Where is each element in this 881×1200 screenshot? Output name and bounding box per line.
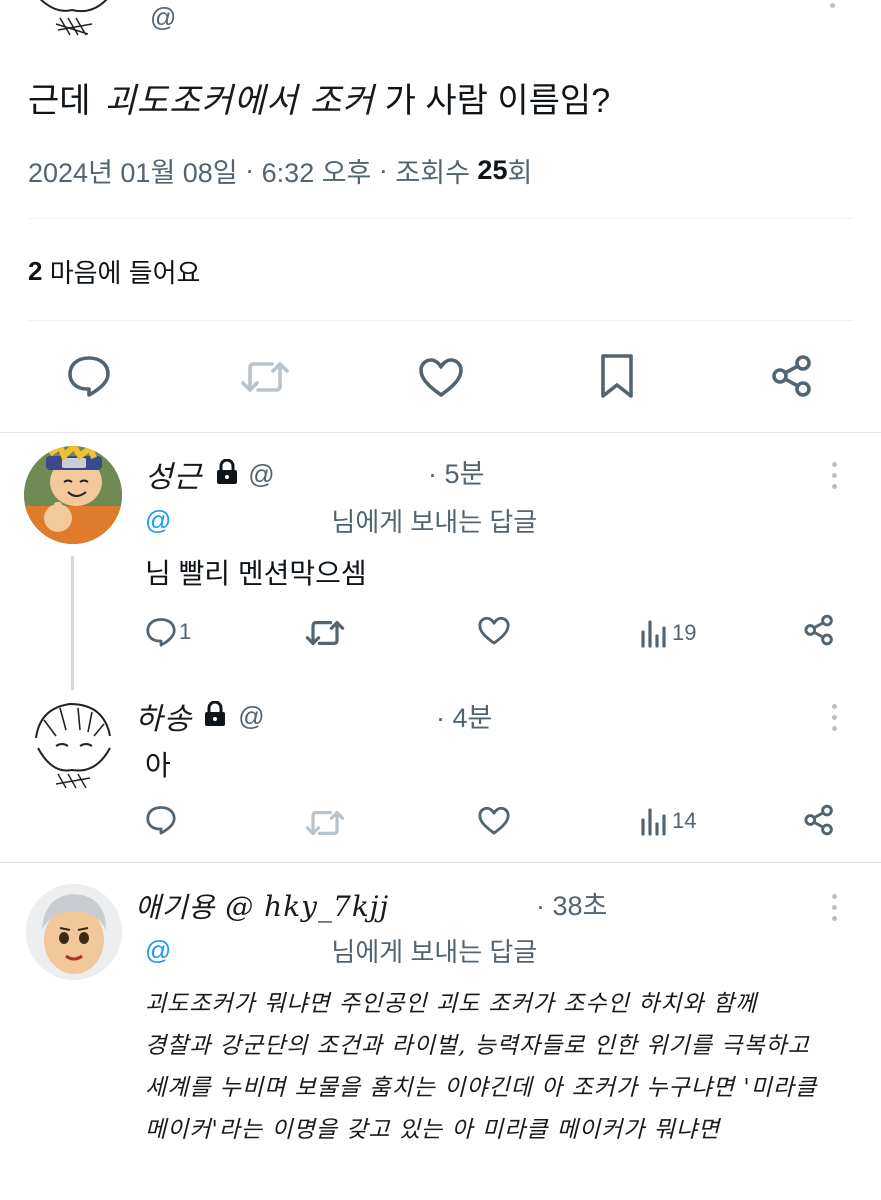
reply-handle[interactable]: @ (248, 459, 274, 490)
author-avatar[interactable] (22, 0, 122, 40)
likes-summary[interactable]: 2 마음에 들어요 (28, 252, 200, 290)
views-label: 조회수 (395, 157, 478, 188)
thread-line (71, 556, 74, 692)
tweet-time: 6:32 오후 (261, 157, 372, 188)
tweet-text-before: 근데 (28, 81, 91, 120)
reply-avatar[interactable] (26, 884, 122, 980)
tweet-date: 2024년 01월 08일 (28, 157, 238, 188)
tweet-text-after: 가 사람 이름임? (384, 81, 611, 120)
bookmark-icon[interactable] (598, 352, 636, 400)
retweet-icon[interactable] (305, 616, 345, 650)
reply-count: 1 (179, 619, 192, 644)
handwritten-line: 괴도조커가 뭐냐면 주인공인 괴도 조커가 조수인 하치와 함께 (145, 991, 758, 1017)
reply-text: 아 (145, 750, 171, 781)
divider (28, 218, 853, 219)
meta-separator: · (237, 154, 262, 185)
share-icon[interactable] (770, 354, 814, 398)
views-unit: 회 (507, 157, 533, 188)
reply-handwritten-text: 괴도조커가 뭐냐면 주인공인 괴도 조커가 조수인 하치와 함께 경찰과 강군단… (145, 984, 845, 1152)
reply-icon[interactable] (66, 354, 112, 398)
section-divider (0, 432, 881, 433)
views-count[interactable]: 25 (477, 155, 507, 186)
reply-time: · 5분 (428, 459, 485, 489)
reply-action-reply[interactable]: 1 (145, 614, 191, 650)
reply-handle[interactable]: @ hky_7kjj (225, 890, 389, 923)
reply-avatar[interactable] (22, 690, 122, 790)
reply-author-name[interactable]: 성근 (145, 452, 202, 496)
reply-icon (145, 616, 177, 648)
reply-to-line: @ 님에게 보내는 답글 (145, 500, 537, 540)
reply-avatar[interactable] (24, 446, 122, 544)
reply-time: · 4분 (436, 703, 493, 733)
meta-separator: · (371, 154, 396, 185)
handwritten-line: 세계를 누비며 보물을 훔치는 이야긴데 아 조커가 누구냐면 '미라클 (145, 1075, 818, 1101)
reply-action-views[interactable]: 19 (640, 616, 696, 650)
likes-count: 2 (28, 255, 43, 286)
reply-to-label: 님에게 보내는 답글 (331, 936, 538, 967)
views-count: 19 (672, 620, 697, 645)
more-options-icon[interactable] (832, 462, 838, 489)
lock-icon (204, 700, 226, 732)
reply-header: 성근 @ (145, 452, 275, 496)
like-icon[interactable] (477, 806, 511, 836)
share-icon[interactable] (803, 804, 835, 836)
section-divider (0, 862, 881, 863)
author-handle[interactable]: @ (150, 2, 176, 33)
retweet-icon[interactable] (240, 356, 290, 398)
analytics-icon (640, 618, 668, 648)
reply-text: 님 빨리 멘션막으셈 (145, 558, 367, 589)
more-options-icon[interactable] (832, 704, 838, 731)
reply-author-name[interactable]: 애기용 (135, 886, 215, 926)
reply-header: 하송 @ (135, 694, 265, 738)
reply-action-views[interactable]: 14 (640, 804, 696, 838)
handwritten-line: 경찰과 강군단의 조건과 라이벌, 능력자들로 인한 위기를 극복하고 (145, 1033, 810, 1059)
retweet-icon[interactable] (305, 806, 345, 840)
tweet-text-handwritten: 괴도조커에서 조커 (104, 80, 375, 121)
views-count: 14 (672, 808, 697, 833)
tweet-text: 근데 괴도조커에서 조커 가 사람 이름임? (28, 72, 610, 122)
reply-time: · 38초 (536, 891, 608, 921)
reply-icon[interactable] (145, 804, 177, 836)
likes-label: 마음에 들어요 (42, 257, 201, 288)
reply-to-line: @ 님에게 보내는 답글 (145, 930, 537, 970)
reply-author-name[interactable]: 하송 (135, 694, 192, 738)
like-icon[interactable] (477, 616, 511, 646)
reply-header: 애기용 @ hky_7kjj (135, 884, 389, 928)
share-icon[interactable] (803, 614, 835, 646)
reply-to-handle[interactable]: @ (145, 505, 171, 536)
like-icon[interactable] (417, 357, 465, 399)
reply-to-label: 님에게 보내는 답글 (331, 506, 538, 537)
reply-to-handle[interactable]: @ (145, 935, 171, 966)
more-options-icon[interactable] (830, 0, 836, 8)
lock-icon (216, 458, 238, 490)
more-options-icon[interactable] (832, 894, 838, 921)
analytics-icon (640, 806, 668, 836)
reply-handle[interactable]: @ (238, 701, 264, 732)
handwritten-line: 메이커'라는 이명을 갖고 있는 아 미라클 메이커가 뭐냐면 (145, 1117, 721, 1143)
divider (28, 320, 853, 321)
tweet-meta: 2024년 01월 08일 · 6:32 오후 · 조회수 25 회 (28, 150, 532, 190)
